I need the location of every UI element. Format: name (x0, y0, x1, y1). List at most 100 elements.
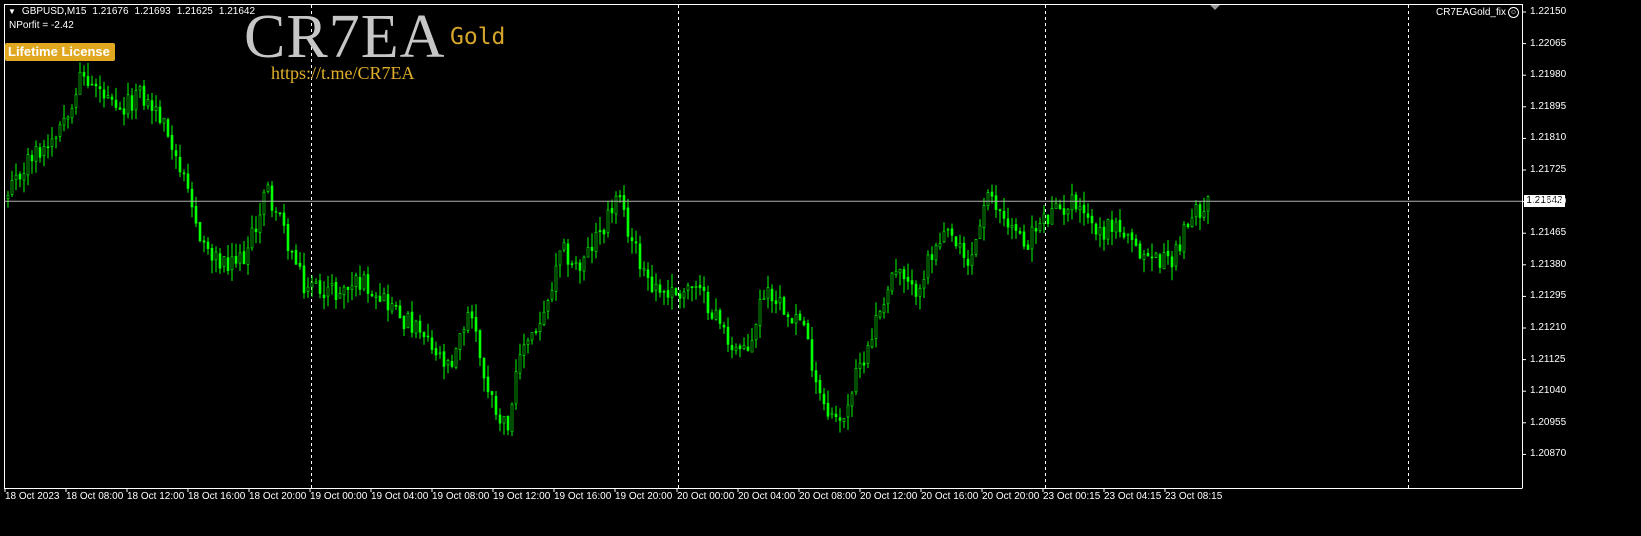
smiley-icon[interactable]: ☺ (1508, 7, 1519, 18)
candle-body (738, 345, 742, 350)
candle-body (490, 391, 494, 395)
open-price: 1.21676 (92, 6, 129, 17)
time-tick-label: 23 Oct 08:15 (1165, 491, 1223, 502)
candle-body (570, 263, 574, 265)
candle-body (590, 246, 594, 251)
chart-area[interactable]: ▼ GBPUSD,M15 1.21676 1.21693 1.21625 1.2… (0, 0, 1641, 536)
candle-body (1006, 218, 1010, 228)
time-tick-label: 18 Oct 16:00 (188, 491, 246, 502)
candle-body (66, 116, 70, 120)
candle-body (858, 362, 862, 369)
candle-body (326, 286, 330, 297)
candle-body (270, 185, 274, 211)
candle-body (674, 288, 678, 296)
candle-body (1086, 213, 1090, 218)
candle-body (962, 242, 966, 258)
candle-body (218, 253, 222, 269)
candle-body (402, 315, 406, 329)
candle-body (1130, 232, 1134, 240)
candle-body (90, 83, 94, 86)
candle-body (642, 268, 646, 271)
candle-body (838, 417, 842, 421)
candle-body (562, 242, 566, 251)
candle-body (34, 146, 38, 162)
price-tick-label: 1.21040 (1530, 385, 1567, 397)
candle-body (206, 241, 210, 249)
candle-body (654, 283, 658, 291)
candle-body (302, 265, 306, 294)
chart-canvas[interactable] (0, 0, 1641, 536)
brand-suffix: Gold (450, 24, 506, 50)
candle-body (282, 212, 286, 226)
candle-body (106, 95, 110, 99)
candle-body (1202, 211, 1206, 218)
candle-body (1022, 231, 1026, 247)
candle-body (842, 418, 846, 422)
candle-body (770, 288, 774, 302)
candle-body (786, 314, 790, 318)
candle-body (478, 330, 482, 359)
candle-body (474, 317, 478, 332)
candle-body (74, 94, 78, 108)
candle-body (526, 339, 530, 345)
candle-body (898, 268, 902, 274)
candle-body (430, 337, 434, 350)
candle-body (658, 284, 662, 293)
candle-body (1138, 243, 1142, 259)
candle-body (890, 272, 894, 292)
candle-body (966, 258, 970, 266)
candle-body (930, 254, 934, 260)
candle-body (866, 344, 870, 365)
chart-shift-marker[interactable] (1210, 5, 1220, 10)
candle-body (470, 311, 474, 319)
time-tick-label: 19 Oct 16:00 (554, 491, 612, 502)
candle-body (1066, 208, 1070, 215)
candle-body (1034, 228, 1038, 232)
candle-body (210, 247, 214, 261)
candle-body (846, 404, 850, 418)
time-tick-label: 23 Oct 04:15 (1104, 491, 1162, 502)
candle-body (354, 275, 358, 287)
candle-body (706, 292, 710, 314)
candle-body (58, 124, 62, 137)
candle-body (1122, 232, 1126, 238)
price-tick-label: 1.22150 (1530, 6, 1567, 17)
time-tick-label: 19 Oct 04:00 (371, 491, 429, 502)
candle-body (290, 250, 294, 253)
candle-body (922, 278, 926, 289)
candle-body (1118, 220, 1122, 233)
candle-body (578, 262, 582, 271)
candle-body (762, 297, 766, 300)
candle-body (938, 243, 942, 248)
price-tick-label: 1.20870 (1530, 448, 1567, 460)
candle-body (102, 89, 106, 99)
candle-body (798, 313, 802, 321)
indicator-label[interactable]: CR7EAGold_fix ☺ (1436, 7, 1519, 18)
candle-body (670, 287, 674, 298)
triangle-down-icon[interactable]: ▼ (8, 7, 16, 16)
candle-body (982, 205, 986, 228)
time-tick-label: 20 Oct 04:00 (738, 491, 796, 502)
candle-body (26, 154, 30, 176)
candle-body (358, 277, 362, 290)
candle-body (222, 256, 226, 267)
candle-body (690, 286, 694, 289)
candle-body (850, 392, 854, 407)
candle-body (1082, 204, 1086, 214)
candle-body (1150, 256, 1154, 259)
candle-body (370, 293, 374, 297)
candle-body (362, 274, 366, 290)
candle-body (606, 209, 610, 233)
candle-body (382, 293, 386, 302)
candle-body (1078, 206, 1082, 210)
candle-body (906, 276, 910, 282)
candle-body (314, 281, 318, 284)
candle-body (62, 117, 66, 126)
candle-body (146, 98, 150, 107)
candle-body (862, 362, 866, 366)
candle-body (138, 86, 142, 91)
candle-body (626, 207, 630, 237)
candle-body (86, 75, 90, 86)
candle-body (178, 156, 182, 173)
candle-body (410, 311, 414, 333)
